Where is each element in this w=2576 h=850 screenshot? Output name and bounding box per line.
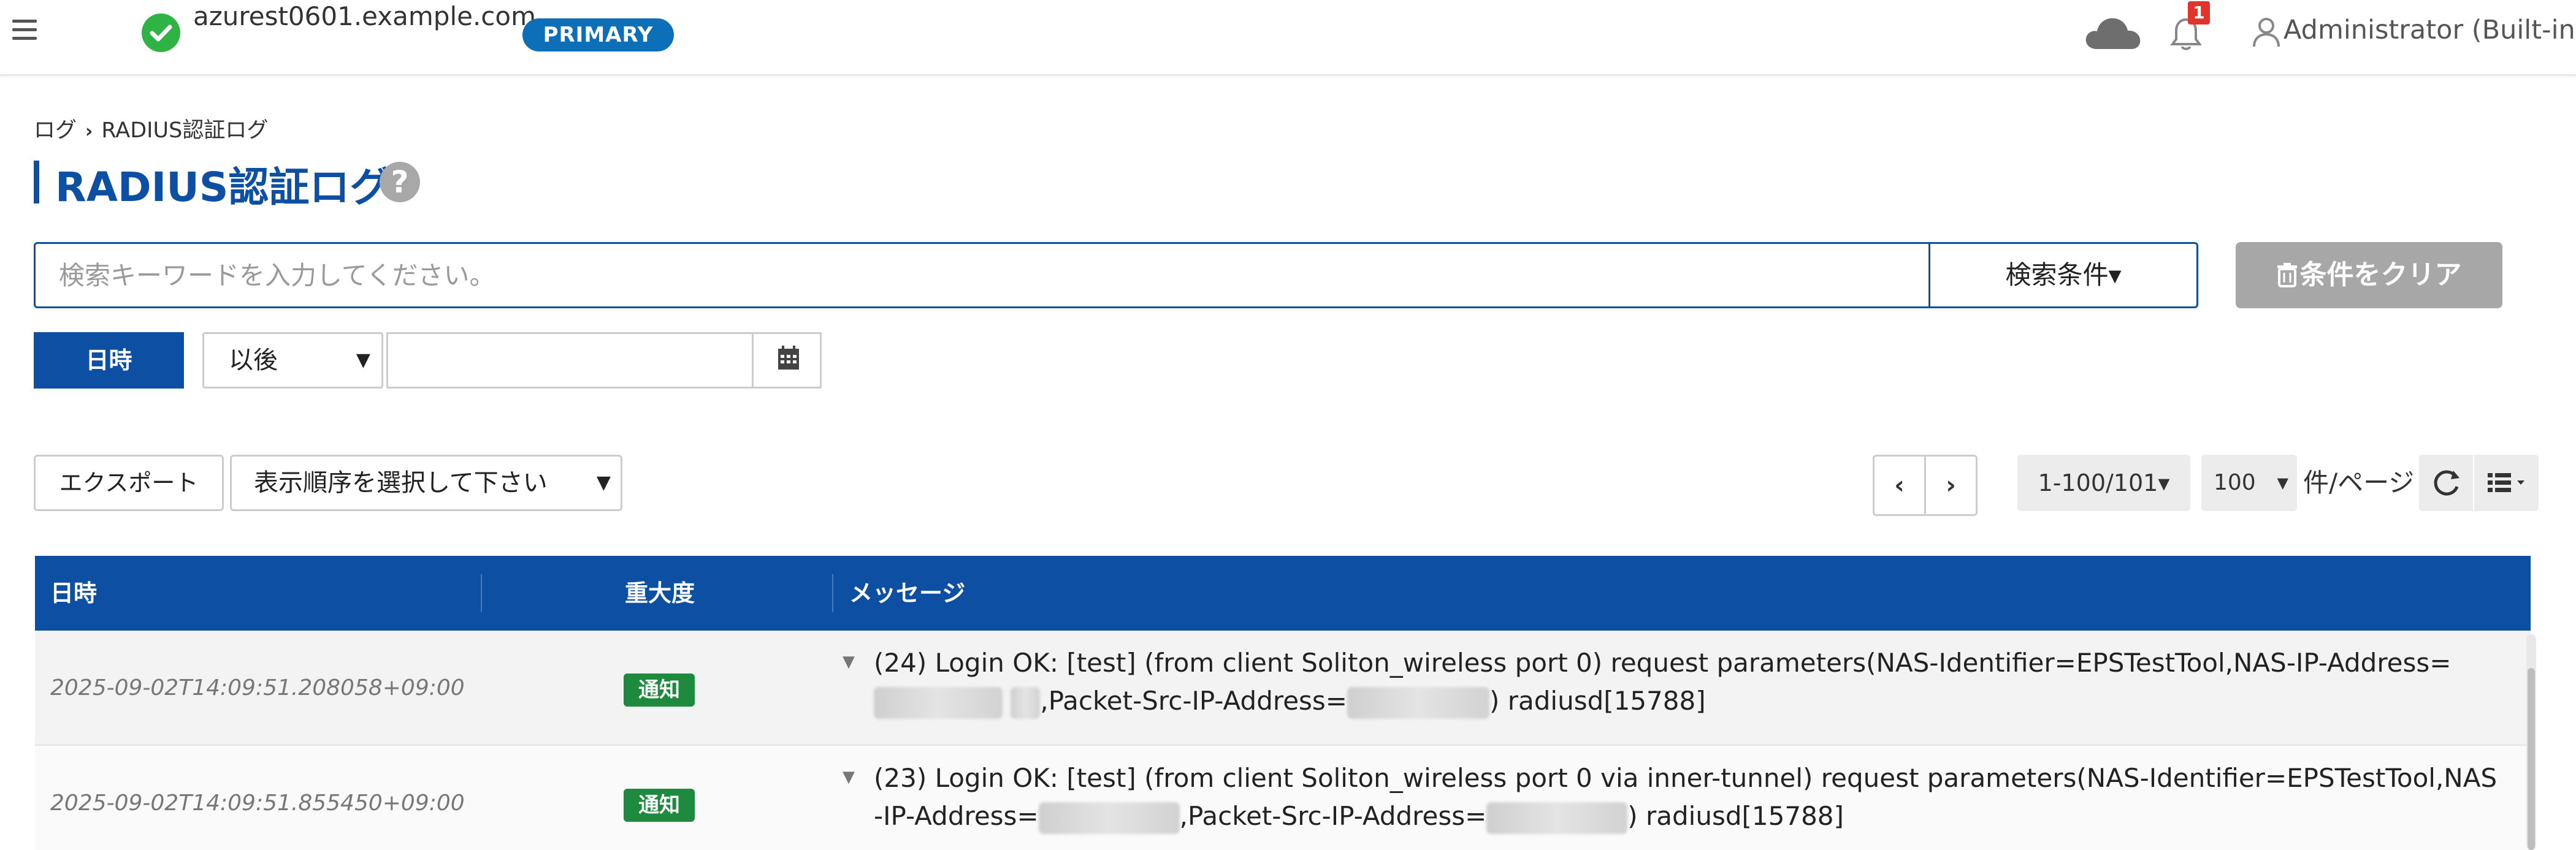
chevron-down-icon: ▼	[356, 349, 370, 371]
log-table: 日時 重大度 メッセージ 2025-09-02T14:09:51.208058+…	[35, 556, 2531, 850]
message-text: ,Packet-Src-IP-Address=	[1040, 686, 1347, 716]
export-button[interactable]: エクスポート	[34, 455, 224, 511]
user-icon[interactable]	[2252, 16, 2281, 48]
user-menu[interactable]: Administrator (Built-in)	[2284, 15, 2576, 45]
message-text: (24) Login OK: [test] (from client Solit…	[874, 648, 2452, 678]
redacted-ip	[874, 686, 1003, 719]
caret-down-icon[interactable]: ▼	[843, 768, 855, 786]
table-header: 日時 重大度 メッセージ	[35, 556, 2531, 631]
table-scrollbar-thumb[interactable]	[2528, 668, 2535, 850]
help-icon[interactable]: ?	[380, 162, 420, 202]
redacted-ip	[1011, 686, 1041, 719]
column-divider	[832, 574, 833, 612]
next-page-button[interactable]: ›	[1924, 455, 1978, 516]
table-row[interactable]: 2025-09-02T14:09:51.855450+09:00 通知 ▼ (2…	[35, 746, 2531, 850]
chevron-right-icon: ›	[85, 121, 93, 142]
message-text: ) radiusd[15788]	[1489, 686, 1706, 716]
primary-badge: PRIMARY	[522, 18, 674, 51]
search-conditions-button[interactable]: 検索条件▾	[1928, 244, 2196, 306]
per-page-value: 100	[2214, 470, 2256, 495]
sort-order-select[interactable]: 表示順序を選択して下さい ▼	[230, 455, 622, 511]
breadcrumb: ログ › RADIUS認証ログ	[34, 113, 268, 144]
redacted-ip	[1486, 802, 1628, 834]
trash-icon	[2277, 263, 2297, 287]
title-accent-bar	[34, 161, 39, 203]
status-ok-icon	[142, 13, 180, 52]
list-view-icon	[2488, 473, 2524, 492]
chevron-down-icon: ▼	[596, 472, 611, 493]
caret-down-icon[interactable]: ▼	[843, 653, 855, 671]
per-page-unit: 件/ページ	[2303, 468, 2415, 498]
row-message: (24) Login OK: [test] (from client Solit…	[874, 644, 2499, 720]
clear-conditions-label: 条件をクリア	[2299, 259, 2462, 290]
row-date: 2025-09-02T14:09:51.208058+09:00	[50, 675, 465, 700]
hamburger-menu-icon[interactable]	[12, 20, 37, 42]
chevron-right-icon: ›	[1946, 471, 1956, 499]
row-message: (23) Login OK: [test] (from client Solit…	[874, 759, 2499, 835]
table-row[interactable]: 2025-09-02T14:09:51.208058+09:00 通知 ▼ (2…	[35, 631, 2531, 746]
severity-badge: 通知	[624, 674, 695, 707]
refresh-button[interactable]	[2419, 455, 2473, 511]
page-range-dropdown[interactable]: 1-100/101▾	[2017, 455, 2190, 511]
cloud-icon[interactable]	[2084, 13, 2142, 51]
message-text: ,Packet-Src-IP-Address=	[1179, 801, 1487, 831]
previous-page-button[interactable]: ‹	[1873, 455, 1926, 516]
calendar-button[interactable]	[752, 332, 822, 389]
hostname: azurest0601.example.com	[193, 1, 537, 31]
date-filter-label[interactable]: 日時	[34, 332, 184, 389]
top-bar: azurest0601.example.com PRIMARY 1 Admini…	[0, 0, 2576, 76]
calendar-icon	[778, 346, 799, 370]
page-title: RADIUS認証ログ	[55, 164, 391, 211]
row-date: 2025-09-02T14:09:51.855450+09:00	[50, 791, 465, 816]
breadcrumb-current: RADIUS認証ログ	[101, 118, 269, 143]
per-page-select[interactable]: 100 ▼	[2201, 455, 2297, 511]
search-bar: 検索条件▾	[34, 242, 2198, 308]
clear-conditions-button[interactable]: 条件をクリア	[2236, 242, 2502, 308]
severity-badge: 通知	[624, 789, 695, 822]
refresh-icon	[2434, 470, 2459, 496]
breadcrumb-root[interactable]: ログ	[34, 118, 77, 143]
chevron-left-icon: ‹	[1894, 471, 1905, 499]
redacted-ip	[1038, 802, 1180, 834]
notification-count-badge: 1	[2188, 1, 2210, 25]
message-text: ) radiusd[15788]	[1627, 801, 1844, 831]
redacted-ip	[1347, 686, 1489, 719]
column-view-button[interactable]	[2474, 455, 2539, 511]
chevron-down-icon: ▼	[2277, 474, 2288, 491]
sort-order-value: 表示順序を選択して下さい	[254, 469, 548, 497]
column-header-date[interactable]: 日時	[50, 556, 97, 631]
date-operator-value: 以後	[229, 346, 278, 374]
date-input[interactable]	[386, 332, 752, 389]
column-divider	[481, 574, 482, 612]
column-header-severity[interactable]: 重大度	[625, 556, 695, 631]
column-header-message[interactable]: メッセージ	[849, 556, 965, 631]
search-input[interactable]	[36, 244, 1928, 306]
date-operator-select[interactable]: 以後 ▼	[202, 332, 383, 389]
